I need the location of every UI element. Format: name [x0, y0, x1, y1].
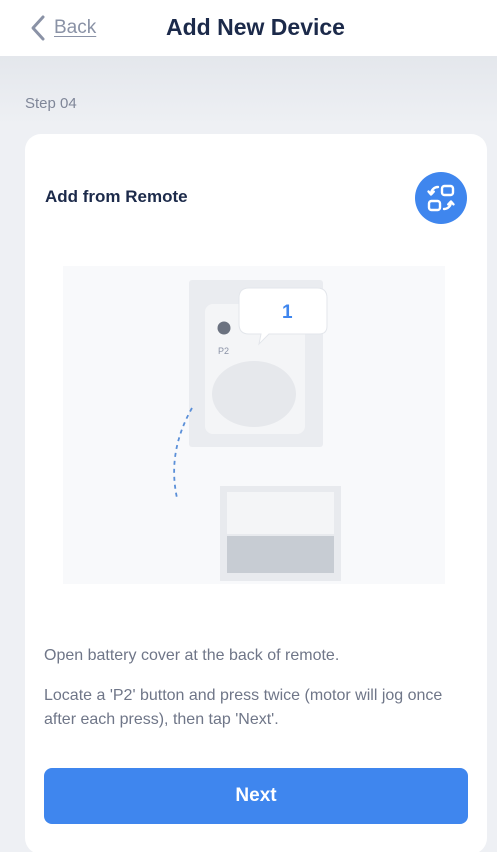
step-indicator: Step 04 [25, 95, 77, 112]
remote-diagram: P2 1 [173, 280, 341, 581]
remote-illustration: P2 1 [63, 266, 445, 584]
instruction-text-2: Locate a 'P2' button and press twice (mo… [44, 687, 443, 728]
p2-button-label: P2 [218, 346, 229, 356]
next-button[interactable]: Next [44, 768, 468, 824]
instruction-text-1: Open battery cover at the back of remote… [44, 647, 340, 664]
press-count: 1 [282, 302, 293, 323]
switch-method-icon [427, 184, 455, 212]
card-title: Add from Remote [45, 187, 188, 206]
nav-header: Back Add New Device [0, 0, 497, 56]
instruction-card: Add from Remote P2 1 Open battery cover … [25, 134, 487, 852]
switch-method-button[interactable] [415, 172, 467, 224]
page-title: Add New Device [166, 14, 345, 40]
main-content: Step 04 Add from Remote P2 1 Open batter… [0, 56, 497, 852]
